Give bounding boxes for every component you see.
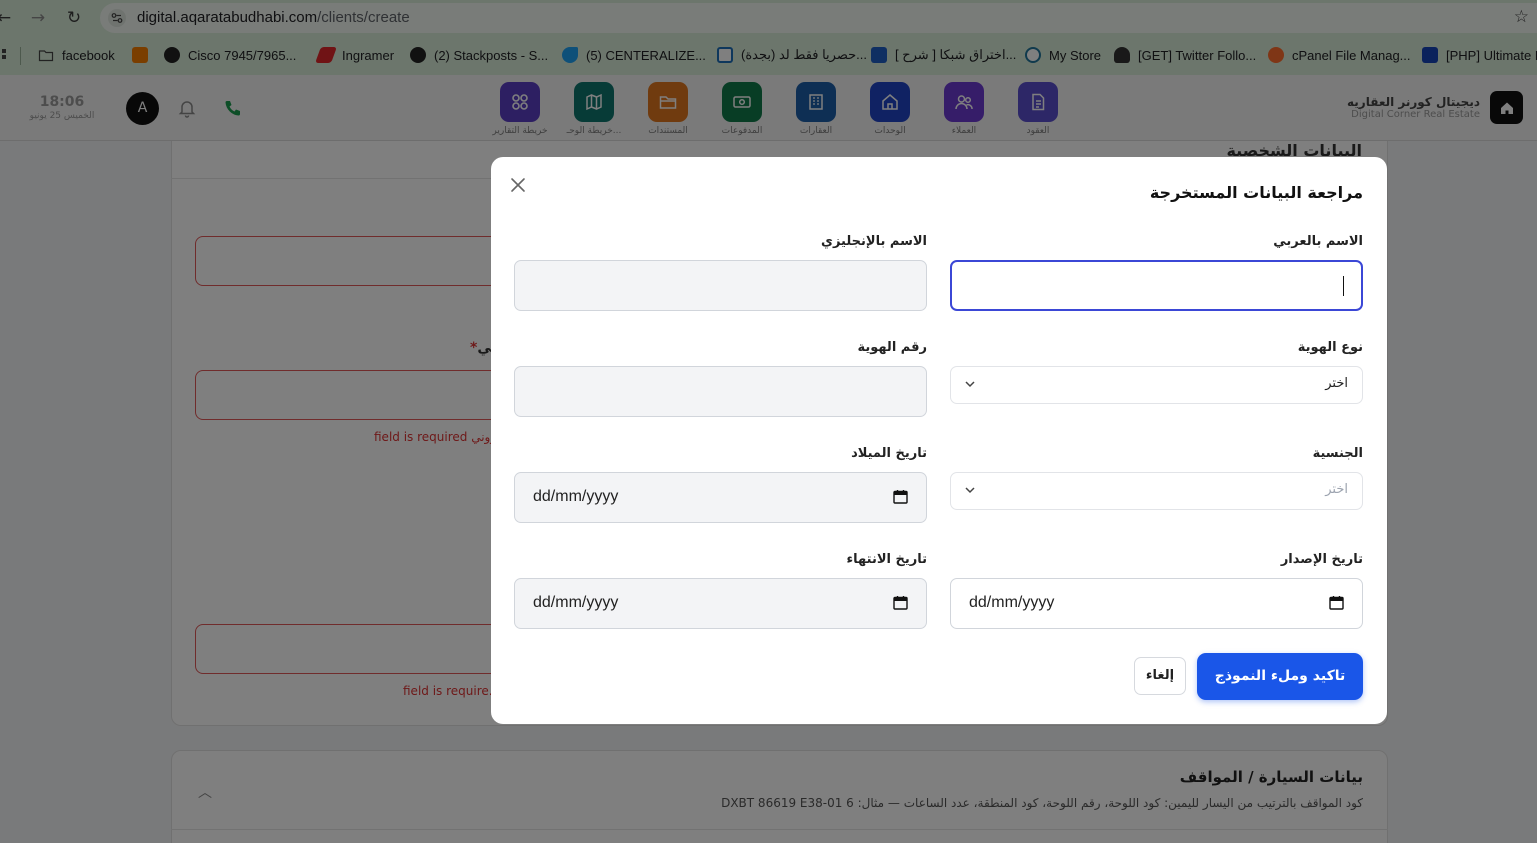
nationality-label: الجنسية (1312, 446, 1363, 461)
calendar-icon[interactable] (893, 489, 908, 504)
issue-date-value: dd/mm/yyyy (969, 594, 1055, 611)
chevron-down-icon (965, 381, 975, 388)
name-en-label: الاسم بالإنجليزي (821, 234, 927, 249)
id-type-value: اختر (1325, 376, 1348, 391)
name-ar-label: الاسم بالعربي (1273, 234, 1363, 249)
name-en-input[interactable] (514, 260, 927, 311)
calendar-icon[interactable] (893, 595, 908, 610)
modal-title: مراجعة البيانات المستخرجة (1149, 183, 1363, 202)
id-type-select[interactable]: اختر (950, 366, 1363, 404)
chevron-down-icon (965, 487, 975, 494)
cancel-button[interactable]: إلغاء (1134, 657, 1186, 695)
nationality-value: اختر (1325, 482, 1348, 497)
calendar-icon[interactable] (1329, 595, 1344, 610)
issue-date-input[interactable]: dd/mm/yyyy (950, 578, 1363, 629)
birth-date-label: تاريخ الميلاد (851, 446, 927, 461)
issue-date-label: تاريخ الإصدار (1280, 552, 1363, 567)
expiry-date-value: dd/mm/yyyy (533, 594, 619, 611)
id-number-input[interactable] (514, 366, 927, 417)
review-extracted-data-modal: مراجعة البيانات المستخرجة الاسم بالعربي … (491, 157, 1387, 724)
confirm-fill-form-button[interactable]: تاكيد وملء النموذج (1197, 653, 1363, 700)
birth-date-input[interactable]: dd/mm/yyyy (514, 472, 927, 523)
close-icon[interactable] (509, 176, 527, 194)
expiry-date-label: تاريخ الانتهاء (846, 552, 927, 567)
birth-date-value: dd/mm/yyyy (533, 488, 619, 505)
text-caret (1342, 276, 1344, 296)
id-type-label: نوع الهوية (1297, 340, 1363, 355)
name-ar-input[interactable] (950, 260, 1363, 311)
expiry-date-input[interactable]: dd/mm/yyyy (514, 578, 927, 629)
id-number-label: رقم الهوية (857, 340, 927, 355)
nationality-select[interactable]: اختر (950, 472, 1363, 510)
